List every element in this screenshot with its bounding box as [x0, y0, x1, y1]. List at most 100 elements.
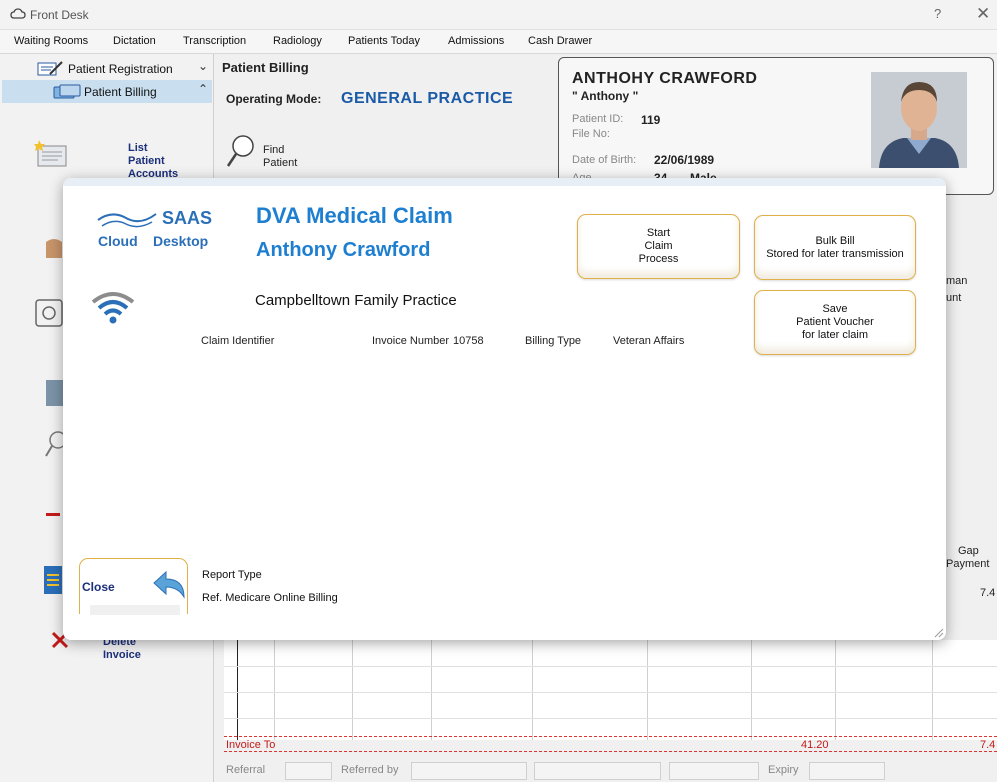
logo-desktop-text: Desktop: [153, 233, 209, 249]
billing-type-value: Veteran Affairs: [613, 335, 685, 347]
claim-title: DVA Medical Claim: [256, 203, 453, 228]
menu-waiting-rooms[interactable]: Waiting Rooms: [14, 35, 88, 47]
patient-photo: [871, 72, 967, 168]
grid-divider: [224, 692, 997, 693]
invoice-total-gap: 7.4: [980, 739, 996, 751]
gap-header: Gap: [958, 545, 979, 557]
practice-name: Campbelltown Family Practice: [255, 292, 457, 309]
menu-dictation[interactable]: Dictation: [113, 35, 156, 47]
operating-mode-value: GENERAL PRACTICE: [341, 90, 514, 107]
referral-field[interactable]: [285, 762, 332, 780]
chevron-up-icon: ⌃: [197, 82, 208, 96]
window-title: Front Desk: [30, 8, 89, 22]
card-icon: [46, 380, 64, 406]
grid-row-header: [224, 640, 238, 740]
column-header-b: unt: [946, 292, 962, 304]
invoice-number-label: Invoice Number: [372, 335, 450, 347]
grid-divider: [532, 640, 533, 740]
operating-mode-label: Operating Mode:: [226, 92, 322, 106]
button-line: Patient Voucher: [796, 316, 874, 328]
cloud-icon: [10, 8, 26, 19]
menu-transcription[interactable]: Transcription: [183, 35, 246, 47]
menu-patients-today[interactable]: Patients Today: [348, 35, 420, 47]
camera-icon: [35, 299, 63, 327]
payment-header: Payment: [946, 558, 990, 570]
button-line: Process: [638, 253, 679, 265]
save-voucher-button[interactable]: Save Patient Voucher for later claim: [754, 290, 916, 355]
sidebar-item-patient-registration[interactable]: Patient Registration ⌄: [2, 57, 212, 80]
hand-icon: [46, 239, 62, 258]
file-no-label: File No:: [572, 128, 610, 140]
patient-card: ANTHOHY CRAWFORD " Anthony " Patient ID:…: [558, 57, 994, 195]
billing-icon: [53, 84, 81, 99]
logo-waves-icon: [97, 213, 157, 228]
grid-divider: [352, 640, 353, 740]
patient-nickname: " Anthony ": [572, 89, 639, 103]
patient-id-value: 119: [641, 113, 661, 127]
menu-admissions[interactable]: Admissions: [448, 35, 504, 47]
dva-claim-dialog: SAAS Cloud Desktop DVA Medical Claim Ant…: [63, 178, 946, 640]
grid-divider: [932, 640, 933, 740]
back-arrow-icon: [153, 570, 185, 599]
logo-cloud-text: Cloud: [98, 233, 138, 249]
patient-id-label: Patient ID:: [572, 113, 624, 125]
close-button-base: [90, 605, 180, 615]
magnifier-icon[interactable]: [226, 134, 256, 168]
sidebar-item-label: Patient Registration: [68, 62, 173, 76]
grid-divider: [647, 640, 648, 740]
close-window-button[interactable]: ✕: [976, 4, 990, 24]
report-type-label: Report Type: [202, 569, 262, 581]
invoice-grid: [224, 640, 997, 740]
button-line: Save: [822, 303, 848, 315]
dialog-top-bar: [63, 178, 946, 186]
bulk-bill-button[interactable]: Bulk Bill Stored for later transmission: [754, 215, 916, 280]
expiry-label: Expiry: [768, 764, 799, 776]
invoice-total-amount: 41.20: [801, 739, 829, 751]
menu-cash-drawer[interactable]: Cash Drawer: [528, 35, 592, 47]
dob-value: 22/06/1989: [654, 153, 715, 167]
report-type-value: Ref. Medicare Online Billing: [202, 592, 338, 604]
menu-radiology[interactable]: Radiology: [273, 35, 322, 47]
claim-identifier-label: Claim Identifier: [201, 335, 275, 347]
wifi-icon: [91, 292, 135, 324]
registration-icon: [37, 61, 63, 76]
claim-patient-name: Anthony Crawford: [256, 239, 431, 261]
grid-divider: [224, 666, 997, 667]
referred-by-label: Referred by: [341, 764, 399, 776]
patient-photo-image: [871, 72, 967, 168]
close-button[interactable]: Close: [79, 558, 188, 615]
list-icon: [44, 566, 62, 594]
grid-divider: [835, 640, 836, 740]
find-patient-button[interactable]: Find Patient: [263, 144, 297, 170]
billing-type-label: Billing Type: [525, 335, 582, 347]
expiry-field[interactable]: [809, 762, 885, 780]
chevron-down-icon: ⌄: [197, 59, 208, 73]
referred-by-field[interactable]: [411, 762, 527, 780]
grid-divider: [274, 640, 275, 740]
referral-date-field[interactable]: [669, 762, 759, 780]
list-patient-accounts-link[interactable]: List Patient Accounts: [128, 142, 178, 181]
grid-divider: [431, 640, 432, 740]
invoice-total-label: Invoice To: [226, 739, 276, 751]
resize-grip-icon[interactable]: [934, 628, 944, 638]
button-line: Stored for later transmission: [766, 247, 904, 260]
column-header-a: man: [946, 275, 968, 287]
start-claim-button[interactable]: Start Claim Process: [577, 214, 740, 279]
close-button-label: Close: [82, 580, 115, 594]
grid-divider: [224, 718, 997, 719]
gap-value: 7.4: [980, 587, 996, 599]
button-line: Bulk Bill: [815, 234, 855, 247]
page-title: Patient Billing: [222, 60, 309, 75]
dob-label: Date of Birth:: [572, 154, 637, 166]
logo-saas-text: SAAS: [162, 208, 213, 228]
title-bar: Front Desk ? ✕: [0, 0, 997, 30]
help-button[interactable]: ?: [934, 6, 941, 21]
grid-divider: [751, 640, 752, 740]
referred-by-field-2[interactable]: [534, 762, 661, 780]
menu-bar: Waiting Rooms Dictation Transcription Ra…: [0, 30, 997, 54]
sidebar-item-patient-billing[interactable]: Patient Billing ⌃: [2, 80, 212, 103]
button-line: for later claim: [801, 329, 868, 341]
sidebar-item-label: Patient Billing: [84, 85, 157, 99]
list-accounts-icon: [34, 140, 67, 167]
saas-logo: SAAS Cloud Desktop: [96, 206, 221, 252]
